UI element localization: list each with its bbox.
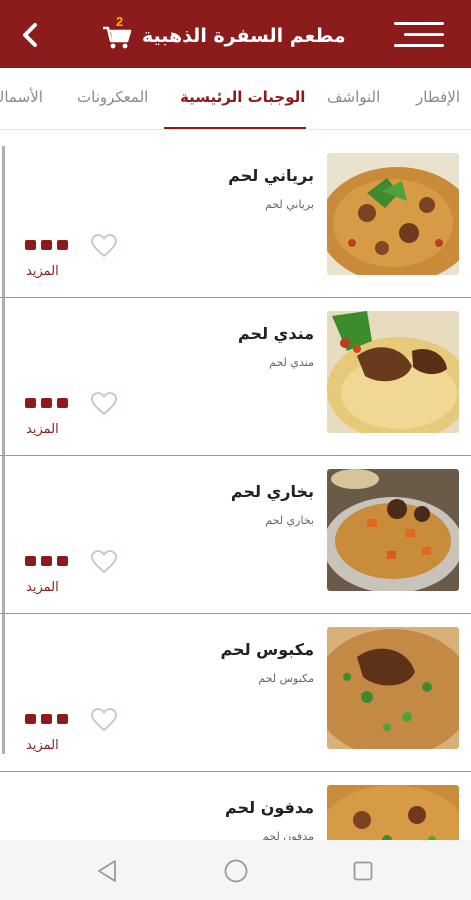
system-nav-bar [0,840,471,900]
quantity-dots-icon [25,714,69,724]
app-title: مطعم السفرة الذهبية [142,25,346,47]
dish-image[interactable] [327,785,459,840]
favorite-button[interactable] [90,391,118,417]
cart-button[interactable]: 2 [100,14,136,52]
tab-pasta[interactable]: المعكرونات [77,88,148,106]
chevron-left-icon [23,23,37,47]
dish-image[interactable] [327,627,459,749]
dish-name: برياني لحم [228,166,314,185]
dish-name: مكبوس لحم [220,640,314,659]
dish-description: بخاري لحم [265,514,314,527]
dish-name: مدفون لحم [225,798,314,817]
tab-fish[interactable]: الأسماك [0,88,43,106]
list-item[interactable]: مدفون لحم مدفون لحم [0,772,471,840]
more-link[interactable]: المزيد [26,422,59,437]
dish-name: مندي لحم [238,324,314,343]
favorite-button[interactable] [90,233,118,259]
nav-home-button[interactable] [224,859,248,883]
quantity-dots-icon [25,556,69,566]
circle-home-icon [224,859,248,883]
dish-description: مندي لحم [269,356,314,369]
header-title-group: 2 مطعم السفرة الذهبية [100,14,346,52]
list-item[interactable]: مكبوس لحم مكبوس لحم المزيد [0,614,471,772]
quantity-dots-icon [25,398,69,408]
heart-icon [91,708,117,732]
list-item[interactable]: مندي لحم مندي لحم المزيد [0,298,471,456]
list-item[interactable]: برياني لحم برياني لحم المزيد [0,140,471,298]
nav-back-button[interactable] [96,859,118,883]
favorite-button[interactable] [90,707,118,733]
more-link[interactable]: المزيد [26,264,59,279]
shopping-cart-icon [103,26,132,49]
list-item[interactable]: بخاري لحم بخاري لحم المزيد [0,456,471,614]
dish-description: مكبوس لحم [258,672,314,685]
tab-snacks[interactable]: النواشف [327,88,380,106]
triangle-back-icon [98,860,116,882]
hamburger-menu-icon [394,22,444,25]
nav-recents-button[interactable] [353,861,373,881]
favorite-button[interactable] [90,549,118,575]
hamburger-menu-button[interactable] [390,20,446,50]
dish-name: بخاري لحم [230,482,314,501]
dish-image[interactable] [327,153,459,275]
dish-image[interactable] [327,311,459,433]
heart-icon [91,234,117,258]
more-link[interactable]: المزيد [26,738,59,753]
square-recents-icon [353,861,373,881]
app-header: 2 مطعم السفرة الذهبية [0,0,471,68]
back-button[interactable] [14,18,48,52]
tab-main-meals[interactable]: الوجبات الرئيسية [180,88,305,106]
menu-list[interactable]: برياني لحم برياني لحم المزيد مندي لحم من… [0,140,471,840]
quantity-dots-icon [25,240,69,250]
category-tabs: الأسماك المعكرونات الوجبات الرئيسية النو… [0,68,471,130]
more-link[interactable]: المزيد [26,580,59,595]
active-tab-indicator [164,127,306,129]
tab-breakfast[interactable]: الإفطار [416,88,460,106]
heart-icon [91,392,117,416]
dish-description: مدفون لحم [262,830,314,840]
dish-image[interactable] [327,469,459,591]
heart-icon [91,550,117,574]
dish-description: برياني لحم [264,198,314,211]
